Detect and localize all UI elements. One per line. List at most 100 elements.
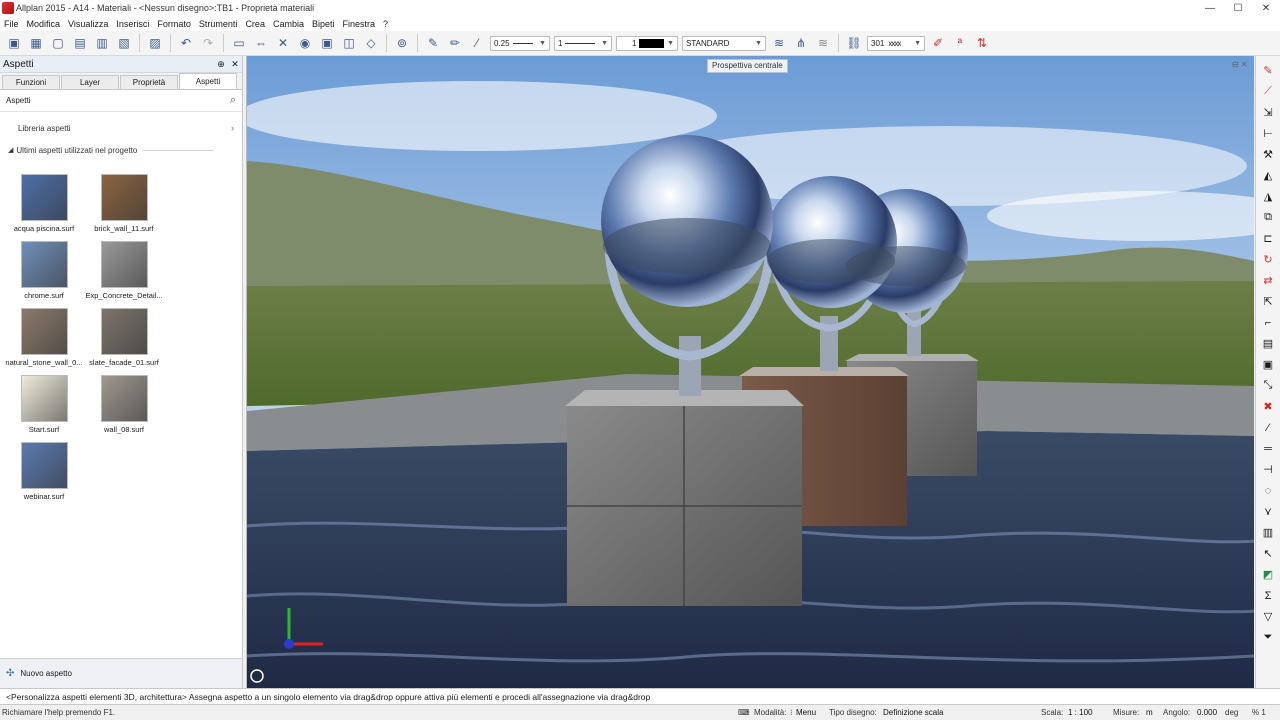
menu-file[interactable]: File xyxy=(4,19,19,29)
transfer-icon[interactable]: ⇅ xyxy=(973,34,991,52)
measure-icon[interactable]: ⊢ xyxy=(1259,125,1277,143)
plot-icon[interactable]: ▧ xyxy=(115,34,133,52)
menu-inserisci[interactable]: Inserisci xyxy=(116,19,149,29)
tab-funzioni[interactable]: Funzioni xyxy=(2,75,60,89)
mirror-icon[interactable]: ◭ xyxy=(1259,167,1277,185)
pen-thickness-select[interactable]: 0.25 ▼ xyxy=(490,35,550,51)
drawing-type-value[interactable]: Definizione scala xyxy=(883,708,943,717)
line-color-select[interactable]: 1 ▼ xyxy=(616,35,678,51)
tab-layer[interactable]: Layer xyxy=(61,75,119,89)
offset-icon[interactable]: ⇲ xyxy=(1259,104,1277,122)
redo-icon[interactable]: ↷ xyxy=(199,34,217,52)
link-icon[interactable]: ⛓ xyxy=(845,34,863,52)
undo-icon[interactable]: ↶ xyxy=(177,34,195,52)
layers-stack-icon[interactable]: ≋ xyxy=(770,34,788,52)
3d-viewport[interactable] xyxy=(246,56,1254,688)
view-icon[interactable]: ◉ xyxy=(296,34,314,52)
minimize-button[interactable]: — xyxy=(1196,0,1224,16)
scale-icon[interactable]: ⇱ xyxy=(1259,293,1277,311)
palette-close-button[interactable]: ✕ xyxy=(228,59,242,70)
pen-icon[interactable]: ✏ xyxy=(446,34,464,52)
drawing-files-icon[interactable]: ▦ xyxy=(27,34,45,52)
tab-aspetti[interactable]: Aspetti xyxy=(179,73,237,89)
aspect-thumbnail[interactable]: brick_wall_11.surf xyxy=(84,174,164,237)
print-preview-icon[interactable]: ▨ xyxy=(146,34,164,52)
aspect-thumbnail[interactable]: Start.surf xyxy=(4,375,84,438)
copy-icon[interactable]: ⧉ xyxy=(1259,209,1277,227)
funnel-plus-icon[interactable]: ⏷ xyxy=(1259,629,1277,647)
search-icon[interactable]: ⌕ xyxy=(230,94,236,107)
close-window-button[interactable]: ✕ xyxy=(1252,0,1280,16)
aspect-thumbnail[interactable]: natural_stone_wall_0... xyxy=(4,308,84,371)
wand-icon[interactable]: ⁄ xyxy=(1259,419,1277,437)
cut-icon[interactable]: ▭ xyxy=(230,34,248,52)
aspect-thumbnail[interactable]: slate_facade_01.surf xyxy=(84,308,164,371)
scale-value[interactable]: 1 : 100 xyxy=(1068,708,1092,717)
stretch-icon[interactable]: ⇔ xyxy=(252,34,270,52)
select-all-icon[interactable]: ▥ xyxy=(1259,524,1277,542)
funnel-icon[interactable]: ▽ xyxy=(1259,608,1277,626)
menu-modifica[interactable]: Modifica xyxy=(27,19,61,29)
menu-formato[interactable]: Formato xyxy=(157,19,191,29)
line-type-select[interactable]: 1 ▼ xyxy=(554,35,612,51)
extend-icon[interactable]: ⊣ xyxy=(1259,461,1277,479)
viewport-window-controls[interactable]: ⊟ ✕ xyxy=(1232,60,1248,69)
menu-bipeti[interactable]: Bipeti xyxy=(312,19,335,29)
surface-icon[interactable]: ◩ xyxy=(1259,566,1277,584)
menu-help[interactable]: ? xyxy=(383,19,388,29)
fillet-icon[interactable]: ⌐ xyxy=(1259,314,1277,332)
aspect-thumbnail[interactable]: wall_08.surf xyxy=(84,375,164,438)
parallel-icon[interactable]: ═ xyxy=(1259,440,1277,458)
menu-crea[interactable]: Crea xyxy=(245,19,265,29)
pin-icon[interactable]: ⊕ xyxy=(214,59,228,70)
menu-strumenti[interactable]: Strumenti xyxy=(199,19,238,29)
aspect-thumbnail[interactable]: webinar.surf xyxy=(4,442,84,505)
rotate-icon[interactable]: ↻ xyxy=(1259,251,1277,269)
trim-icon[interactable]: ⟋ xyxy=(1259,83,1277,101)
allplan-app-icon[interactable] xyxy=(2,2,14,14)
menu-visualizza[interactable]: Visualizza xyxy=(68,19,108,29)
layer-hide-icon[interactable]: ≋ xyxy=(814,34,832,52)
delete-icon[interactable]: ✕ xyxy=(274,34,292,52)
split-icon[interactable]: ⊏ xyxy=(1259,230,1277,248)
modality-value[interactable]: Menu xyxy=(796,708,816,717)
maximize-button[interactable]: ☐ xyxy=(1224,0,1252,16)
menu-finestra[interactable]: Finestra xyxy=(342,19,375,29)
layouts-icon[interactable]: ▤ xyxy=(71,34,89,52)
format-painter-icon[interactable]: ✎ xyxy=(424,34,442,52)
help-icon[interactable]: ⊚ xyxy=(393,34,411,52)
eraser-icon[interactable]: ✎ xyxy=(1259,62,1277,80)
text-check-icon[interactable]: ª xyxy=(951,34,969,52)
angle-value[interactable]: 0.000 xyxy=(1197,708,1217,717)
new-aspect-button[interactable]: ✣ Nuovo aspetto xyxy=(0,658,242,688)
open-project-icon[interactable]: ▣ xyxy=(5,34,23,52)
pen-style-select[interactable]: 301 xxxx ▼ xyxy=(867,35,925,51)
aspect-thumbnail[interactable]: acqua piscina.surf xyxy=(4,174,84,237)
model-icon[interactable]: ◫ xyxy=(340,34,358,52)
sum-icon[interactable]: Σ xyxy=(1259,587,1277,605)
menu-cambia[interactable]: Cambia xyxy=(273,19,304,29)
stack-icon[interactable]: ▣ xyxy=(1259,356,1277,374)
library-link[interactable]: Libreria aspetti › xyxy=(0,118,242,138)
new-file-icon[interactable]: ▢ xyxy=(49,34,67,52)
viewports-icon[interactable]: ▣ xyxy=(318,34,336,52)
aspect-thumbnail[interactable]: Exp_Concrete_Detail... xyxy=(84,241,164,304)
layer-select-icon[interactable]: ⋔ xyxy=(792,34,810,52)
tab-proprieta[interactable]: Proprietà xyxy=(120,75,178,89)
mirror-copy-icon[interactable]: ◮ xyxy=(1259,188,1277,206)
measure-value[interactable]: m xyxy=(1146,708,1153,717)
eyedropper-icon[interactable]: ⁄ xyxy=(468,34,486,52)
pointer-icon[interactable]: ↖ xyxy=(1259,545,1277,563)
edit-properties-icon[interactable]: ✐ xyxy=(929,34,947,52)
save-icon[interactable]: ▥ xyxy=(93,34,111,52)
group-icon[interactable]: ▤ xyxy=(1259,335,1277,353)
resize-icon[interactable]: ⤡ xyxy=(1259,377,1277,395)
recent-section-header[interactable]: ◢ Ultimi aspetti utilizzati nel progetto xyxy=(0,142,242,158)
delete-red-icon[interactable]: ✖ xyxy=(1259,398,1277,416)
lasso-icon[interactable]: ◌ xyxy=(1259,482,1277,500)
layer-select[interactable]: STANDARD ▼ xyxy=(682,35,766,51)
cube-icon[interactable]: ◇ xyxy=(362,34,380,52)
move-icon[interactable]: ⇄ xyxy=(1259,272,1277,290)
hammer-icon[interactable]: ⚒ xyxy=(1259,146,1277,164)
aspect-thumbnail[interactable]: chrome.surf xyxy=(4,241,84,304)
